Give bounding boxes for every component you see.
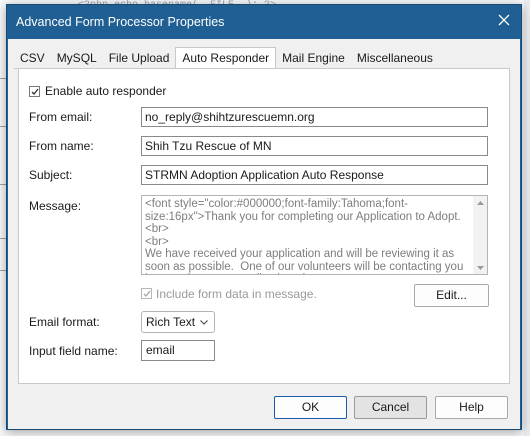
- message-text: <font style="color:#000000;font-family:T…: [145, 198, 464, 274]
- tab-miscellaneous[interactable]: Miscellaneous: [350, 49, 439, 69]
- from-email-label: From email:: [29, 110, 93, 124]
- tab-auto-responder[interactable]: Auto Responder: [175, 47, 277, 69]
- chevron-down-icon: [200, 320, 208, 325]
- message-label: Message:: [29, 199, 82, 213]
- subject-label: Subject:: [29, 168, 73, 182]
- help-button[interactable]: Help: [435, 396, 508, 419]
- email-format-label: Email format:: [29, 315, 100, 329]
- from-email-field[interactable]: no_reply@shihtzurescuemn.org: [141, 107, 488, 127]
- include-form-data-checkbox[interactable]: [141, 288, 152, 299]
- tab-csv[interactable]: CSV: [14, 49, 51, 69]
- dialog-client-area: CSV MySQL File Upload Auto Responder Mai…: [8, 39, 520, 429]
- enable-auto-responder-checkbox[interactable]: [29, 86, 40, 97]
- from-name-label: From name:: [29, 139, 94, 153]
- ok-button[interactable]: OK: [274, 396, 347, 419]
- scroll-down-icon[interactable]: [477, 266, 484, 270]
- checkmark-icon: [143, 290, 151, 297]
- message-textarea[interactable]: <font style="color:#000000;font-family:T…: [141, 195, 488, 275]
- tab-strip: CSV MySQL File Upload Auto Responder Mai…: [14, 47, 439, 69]
- input-field-name-label: Input field name:: [29, 344, 118, 358]
- include-form-data-label: Include form data in message.: [156, 287, 317, 301]
- background-scrollbar: [524, 0, 530, 436]
- subject-field[interactable]: STRMN Adoption Application Auto Response: [141, 165, 488, 185]
- tab-file-upload[interactable]: File Upload: [102, 49, 176, 69]
- title-bar[interactable]: Advanced Form Processor Properties: [7, 5, 521, 35]
- auto-responder-panel: Enable auto responder From email: no_rep…: [18, 68, 510, 384]
- close-icon: [498, 14, 510, 26]
- close-button[interactable]: [491, 7, 517, 33]
- tab-mysql[interactable]: MySQL: [50, 49, 103, 69]
- from-name-field[interactable]: Shih Tzu Rescue of MN: [141, 136, 488, 156]
- message-scrollbar[interactable]: [473, 196, 487, 274]
- tab-mail-engine[interactable]: Mail Engine: [276, 49, 351, 69]
- scroll-up-icon[interactable]: [477, 201, 484, 205]
- input-field-name-field[interactable]: email: [141, 340, 215, 361]
- edit-button[interactable]: Edit...: [414, 284, 489, 307]
- properties-dialog: Advanced Form Processor Properties CSV M…: [6, 4, 522, 430]
- enable-auto-responder-label: Enable auto responder: [45, 84, 167, 98]
- cancel-button[interactable]: Cancel: [354, 396, 427, 419]
- email-format-select[interactable]: Rich Text: [141, 311, 215, 333]
- checkmark-icon: [31, 88, 39, 95]
- dialog-title: Advanced Form Processor Properties: [16, 15, 225, 29]
- email-format-value: Rich Text: [146, 315, 196, 329]
